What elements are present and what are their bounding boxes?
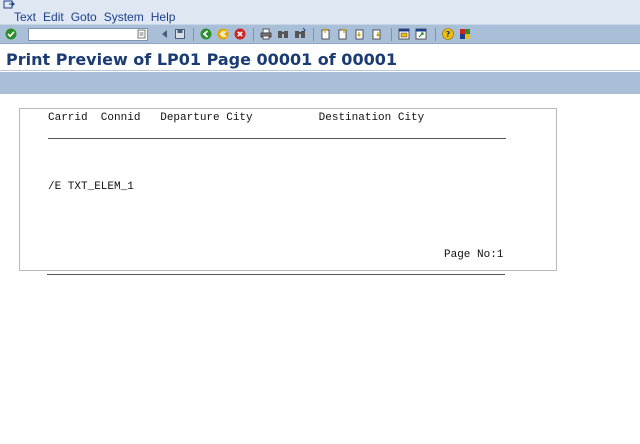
- menu-help[interactable]: Help: [151, 10, 176, 24]
- enter-icon[interactable]: [5, 28, 17, 40]
- toolbar-separator: [193, 28, 194, 41]
- find-icon[interactable]: [277, 28, 289, 40]
- first-page-icon[interactable]: [320, 28, 332, 40]
- text-element-line: /E TXT_ELEM_1: [48, 181, 134, 193]
- command-field[interactable]: [28, 28, 148, 41]
- svg-text:?: ?: [446, 30, 451, 39]
- menu-goto[interactable]: Goto: [71, 10, 97, 24]
- page-title: Print Preview of LP01 Page 00001 of 0000…: [6, 50, 397, 69]
- scroll-left-icon[interactable]: [159, 28, 171, 40]
- next-page-icon[interactable]: [354, 28, 366, 40]
- menu-system[interactable]: System: [104, 10, 144, 24]
- print-preview-area: Carrid Connid Departure City Destination…: [0, 94, 640, 444]
- preview-page: Carrid Connid Departure City Destination…: [19, 108, 557, 271]
- menu-edit[interactable]: Edit: [43, 10, 64, 24]
- title-bar: Print Preview of LP01 Page 00001 of 0000…: [0, 45, 640, 71]
- back-icon[interactable]: [200, 28, 212, 40]
- cancel-icon[interactable]: [234, 28, 246, 40]
- menu-items: Text Edit Goto System Help: [14, 10, 182, 24]
- page-number-footer: Page No:1: [444, 249, 504, 261]
- system-menu-icon[interactable]: [3, 0, 15, 10]
- create-session-icon[interactable]: [398, 28, 410, 40]
- header-divider: [48, 138, 506, 139]
- find-next-icon[interactable]: [294, 28, 306, 40]
- print-icon[interactable]: [260, 28, 272, 40]
- standard-toolbar: ?: [0, 24, 640, 44]
- shortcut-icon[interactable]: [415, 28, 427, 40]
- menu-bar: Text Edit Goto System Help: [0, 0, 640, 24]
- menu-text[interactable]: Text: [14, 10, 36, 24]
- column-header-line: Carrid Connid Departure City Destination…: [48, 112, 425, 124]
- toolbar-separator: [391, 28, 392, 41]
- toolbar-separator: [435, 28, 436, 41]
- last-page-icon[interactable]: [371, 28, 383, 40]
- command-history-icon[interactable]: [137, 29, 146, 39]
- bottom-divider: [47, 274, 505, 275]
- sap-window: Text Edit Goto System Help ? Print Previ…: [0, 0, 640, 444]
- toolbar-separator: [253, 28, 254, 41]
- exit-icon[interactable]: [217, 28, 229, 40]
- customize-layout-icon[interactable]: [459, 28, 471, 40]
- toolbar-separator: [313, 28, 314, 41]
- help-icon[interactable]: ?: [442, 28, 454, 40]
- previous-page-icon[interactable]: [337, 28, 349, 40]
- save-icon[interactable]: [174, 28, 186, 40]
- application-toolbar: [0, 72, 640, 94]
